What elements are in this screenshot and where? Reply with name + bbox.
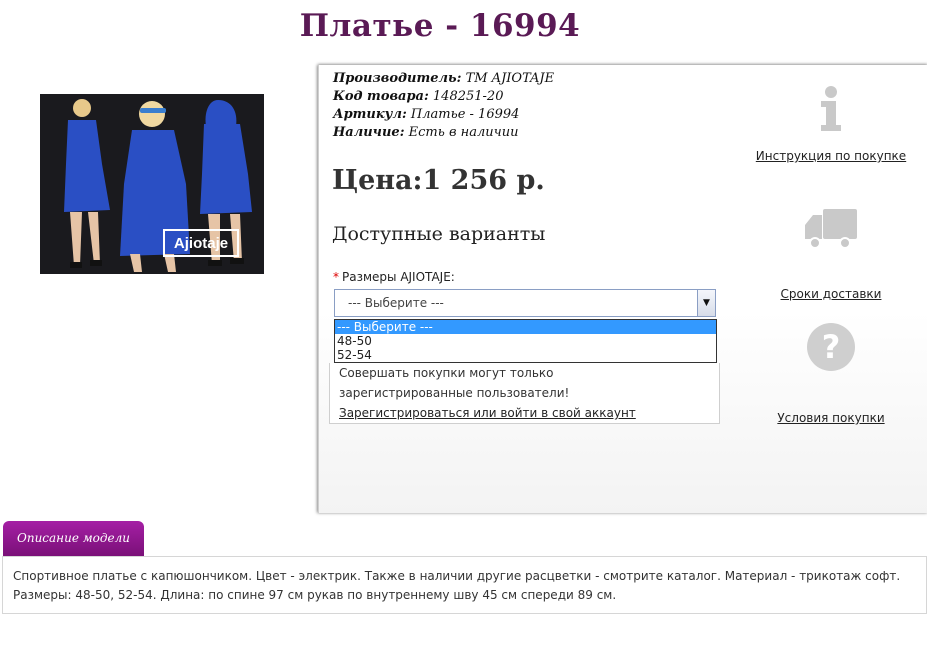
brand-watermark: Ajiotaje [173, 235, 229, 252]
login-notice: Совершать покупки могут только зарегистр… [329, 363, 720, 424]
login-register-link[interactable]: Зарегистрироваться или войти в свой акка… [339, 406, 636, 420]
product-info-panel: Производитель: ТМ AJIOTAJE Код товара: 1… [318, 65, 927, 513]
side-instructions: Инструкция по покупке [751, 85, 911, 164]
meta-manufacturer: Производитель: ТМ AJIOTAJE [333, 71, 555, 86]
info-icon [821, 86, 841, 131]
size-dropdown-list[interactable]: --- Выберите --- 48-50 52-54 [334, 319, 717, 363]
size-option[interactable]: --- Выберите --- [335, 320, 716, 334]
chevron-down-icon[interactable]: ▼ [697, 290, 715, 316]
delivery-link[interactable]: Сроки доставки [781, 287, 882, 301]
svg-text:?: ? [822, 328, 841, 366]
product-price: Цена:1 256 р. [332, 165, 545, 196]
required-mark: * [333, 270, 339, 284]
page-title: Платье - 16994 [299, 8, 581, 44]
instructions-link[interactable]: Инструкция по покупке [756, 149, 906, 163]
meta-availability: Наличие: Есть в наличии [333, 125, 519, 140]
side-delivery: Сроки доставки [751, 205, 911, 302]
description-text: Спортивное платье с капюшончиком. Цвет -… [2, 556, 927, 614]
meta-product-code: Код товара: 148251-20 [333, 89, 504, 104]
terms-link[interactable]: Условия покупки [777, 411, 884, 425]
variants-heading: Доступные варианты [332, 223, 546, 245]
truck-icon [805, 209, 857, 249]
meta-article: Артикул: Платье - 16994 [333, 107, 520, 122]
side-terms: ? Условия покупки [751, 321, 911, 426]
size-select-value: --- Выберите --- [348, 296, 444, 310]
product-meta: Производитель: ТМ AJIOTAJE Код товара: 1… [333, 70, 554, 142]
question-icon: ? [807, 323, 855, 371]
tab-description[interactable]: Описание модели [3, 521, 144, 556]
product-image[interactable]: Ajiotaje [40, 94, 264, 274]
size-select[interactable]: --- Выберите --- ▼ [334, 289, 716, 317]
size-option[interactable]: 52-54 [335, 348, 716, 362]
size-select-label: * Размеры AJIOTAJE: [333, 270, 455, 284]
login-notice-text: Совершать покупки могут только зарегистр… [339, 366, 570, 400]
size-option[interactable]: 48-50 [335, 334, 716, 348]
